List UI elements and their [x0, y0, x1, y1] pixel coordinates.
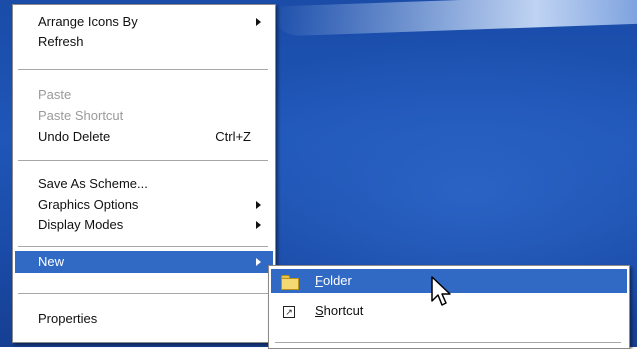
menu-item-display-modes[interactable]: Display Modes — [15, 214, 273, 236]
menu-item-arrange-icons-by[interactable]: Arrange Icons By — [15, 11, 273, 33]
mnemonic-letter: F — [315, 273, 323, 288]
folder-icon — [281, 273, 299, 290]
menu-item-label: Display Modes — [38, 217, 124, 232]
menu-item-label: Paste — [38, 87, 72, 102]
mouse-cursor-icon — [431, 276, 451, 306]
label-rest: older — [322, 273, 352, 288]
menu-item-accelerator: Ctrl+Z — [215, 129, 251, 144]
chevron-right-icon — [256, 221, 261, 229]
menu-separator — [18, 246, 268, 248]
chevron-right-icon — [256, 18, 261, 26]
menu-item-properties[interactable]: Properties — [15, 308, 273, 330]
menu-item-refresh[interactable]: Refresh — [15, 31, 273, 53]
menu-item-label: Arrange Icons By — [38, 14, 138, 29]
desktop-context-menu: Arrange Icons By Refresh Paste Paste Sho… — [12, 4, 276, 343]
menu-item-label: Save As Scheme... — [38, 176, 148, 191]
menu-separator — [275, 342, 621, 343]
menu-separator — [18, 160, 268, 162]
menu-item-save-as-scheme[interactable]: Save As Scheme... — [15, 173, 273, 195]
submenu-item-label: Shortcut — [315, 299, 363, 323]
menu-item-graphics-options[interactable]: Graphics Options — [15, 194, 273, 216]
chevron-right-icon — [256, 258, 261, 266]
menu-item-paste[interactable]: Paste — [15, 84, 273, 106]
menu-item-label: Paste Shortcut — [38, 108, 124, 123]
menu-item-label: Properties — [38, 311, 98, 326]
menu-item-label: New — [38, 254, 65, 269]
menu-item-label: Undo Delete — [38, 129, 111, 144]
menu-item-label: Graphics Options — [38, 197, 139, 212]
menu-item-label: Refresh — [38, 34, 84, 49]
shortcut-icon: ↗ — [283, 306, 295, 318]
menu-item-undo-delete[interactable]: Undo Delete Ctrl+Z — [15, 126, 273, 148]
menu-separator — [18, 69, 268, 71]
desktop-swoosh — [270, 0, 637, 37]
menu-item-new[interactable]: New — [15, 251, 273, 273]
chevron-right-icon — [256, 201, 261, 209]
submenu-item-label: Folder — [315, 269, 352, 293]
mnemonic-letter: S — [315, 303, 324, 318]
label-rest: hortcut — [323, 303, 364, 318]
menu-item-paste-shortcut[interactable]: Paste Shortcut — [15, 105, 273, 127]
menu-separator — [18, 293, 268, 295]
